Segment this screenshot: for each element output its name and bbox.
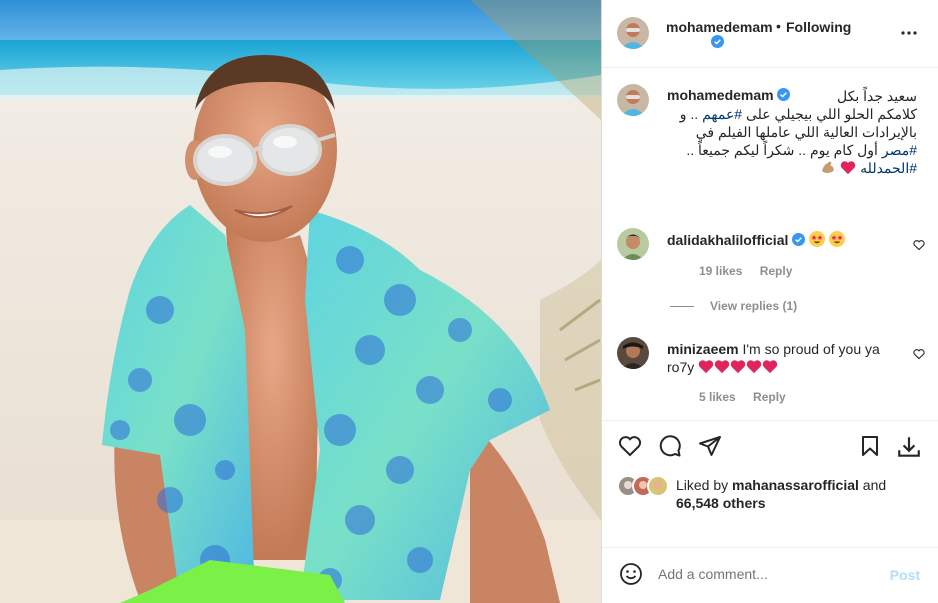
comment-username[interactable]: minizaeem bbox=[667, 341, 739, 357]
verified-icon bbox=[711, 35, 724, 51]
emoji-icon[interactable] bbox=[619, 562, 643, 589]
star-struck-emoji bbox=[809, 231, 826, 251]
commenter-avatar[interactable] bbox=[617, 228, 649, 260]
hashtag-link[interactable]: #الحمدلله bbox=[860, 160, 917, 176]
liker-avatars[interactable] bbox=[617, 475, 671, 497]
red-heart-emoji bbox=[698, 359, 714, 378]
caption-line-2: كلامكم الحلو اللي بيجيلي على #عمهم .. و bbox=[679, 106, 917, 122]
author-avatar[interactable] bbox=[617, 17, 649, 49]
bookmark-icon[interactable] bbox=[858, 434, 882, 461]
reply-button[interactable]: Reply bbox=[760, 264, 793, 278]
caption-line-3: بالإيرادات العالية اللي عاملها الفيلم في bbox=[695, 124, 917, 140]
comment-input[interactable] bbox=[658, 566, 878, 582]
red-heart-emoji bbox=[840, 160, 856, 179]
comment-meta: 19 likes Reply bbox=[699, 264, 806, 278]
reply-button[interactable]: Reply bbox=[753, 390, 786, 404]
heart-icon[interactable] bbox=[913, 347, 925, 363]
post-side-panel: mohamedemam • Following mohamedemam سعيد… bbox=[601, 0, 938, 603]
post-button[interactable]: Post bbox=[890, 567, 920, 583]
red-heart-emoji bbox=[730, 359, 746, 378]
star-struck-emoji bbox=[829, 231, 846, 251]
divider-line bbox=[670, 306, 694, 308]
post-photo[interactable] bbox=[0, 0, 601, 603]
action-bar bbox=[602, 420, 938, 470]
hashtag-link[interactable]: #مصر bbox=[882, 142, 917, 158]
caption-line-5: #الحمدلله bbox=[667, 159, 917, 179]
comment-meta: 5 likes Reply bbox=[699, 390, 800, 404]
likes-text: Liked by mahanassarofficial and 66,548 o… bbox=[676, 477, 887, 511]
caption-line-4: #مصر أول كام يوم .. شكراً ليكم جميعاً .. bbox=[686, 142, 917, 158]
following-button[interactable]: Following bbox=[786, 19, 851, 35]
liker-username[interactable]: mahanassarofficial bbox=[732, 477, 859, 493]
red-heart-emoji bbox=[714, 359, 730, 378]
comment-body: minizaeem I'm so proud of you ya ro7y bbox=[667, 340, 897, 378]
comment-likes[interactable]: 19 likes bbox=[699, 264, 742, 278]
red-heart-emoji bbox=[762, 359, 778, 378]
share-icon[interactable] bbox=[698, 434, 722, 461]
heart-icon[interactable] bbox=[618, 434, 642, 461]
heart-icon[interactable] bbox=[913, 238, 925, 254]
view-replies-button[interactable]: View replies (1) bbox=[670, 299, 797, 313]
caption-text: سعيد جداً بكل كلامكم الحلو اللي بيجيلي ع… bbox=[667, 87, 917, 179]
comment-likes[interactable]: 5 likes bbox=[699, 390, 736, 404]
caption-line-1: سعيد جداً بكل bbox=[837, 88, 917, 104]
separator-dot: • bbox=[776, 18, 781, 34]
more-icon[interactable] bbox=[900, 24, 918, 45]
author-username[interactable]: mohamedemam bbox=[666, 19, 773, 35]
post-header: mohamedemam • Following bbox=[602, 0, 938, 68]
verified-icon bbox=[792, 232, 806, 250]
caption-author-avatar[interactable] bbox=[617, 84, 649, 116]
comment-icon[interactable] bbox=[658, 434, 682, 461]
hashtag-link[interactable]: #عمهم bbox=[702, 106, 742, 122]
comment-username[interactable]: dalidakhalilofficial bbox=[667, 232, 788, 248]
download-icon[interactable] bbox=[896, 434, 922, 463]
red-heart-emoji bbox=[746, 359, 762, 378]
flexed-biceps-emoji bbox=[820, 159, 836, 179]
commenter-avatar[interactable] bbox=[617, 337, 649, 369]
add-comment-bar: Post bbox=[602, 547, 938, 603]
likes-count[interactable]: 66,548 others bbox=[676, 495, 766, 511]
comment-body: dalidakhalilofficial bbox=[667, 231, 897, 251]
